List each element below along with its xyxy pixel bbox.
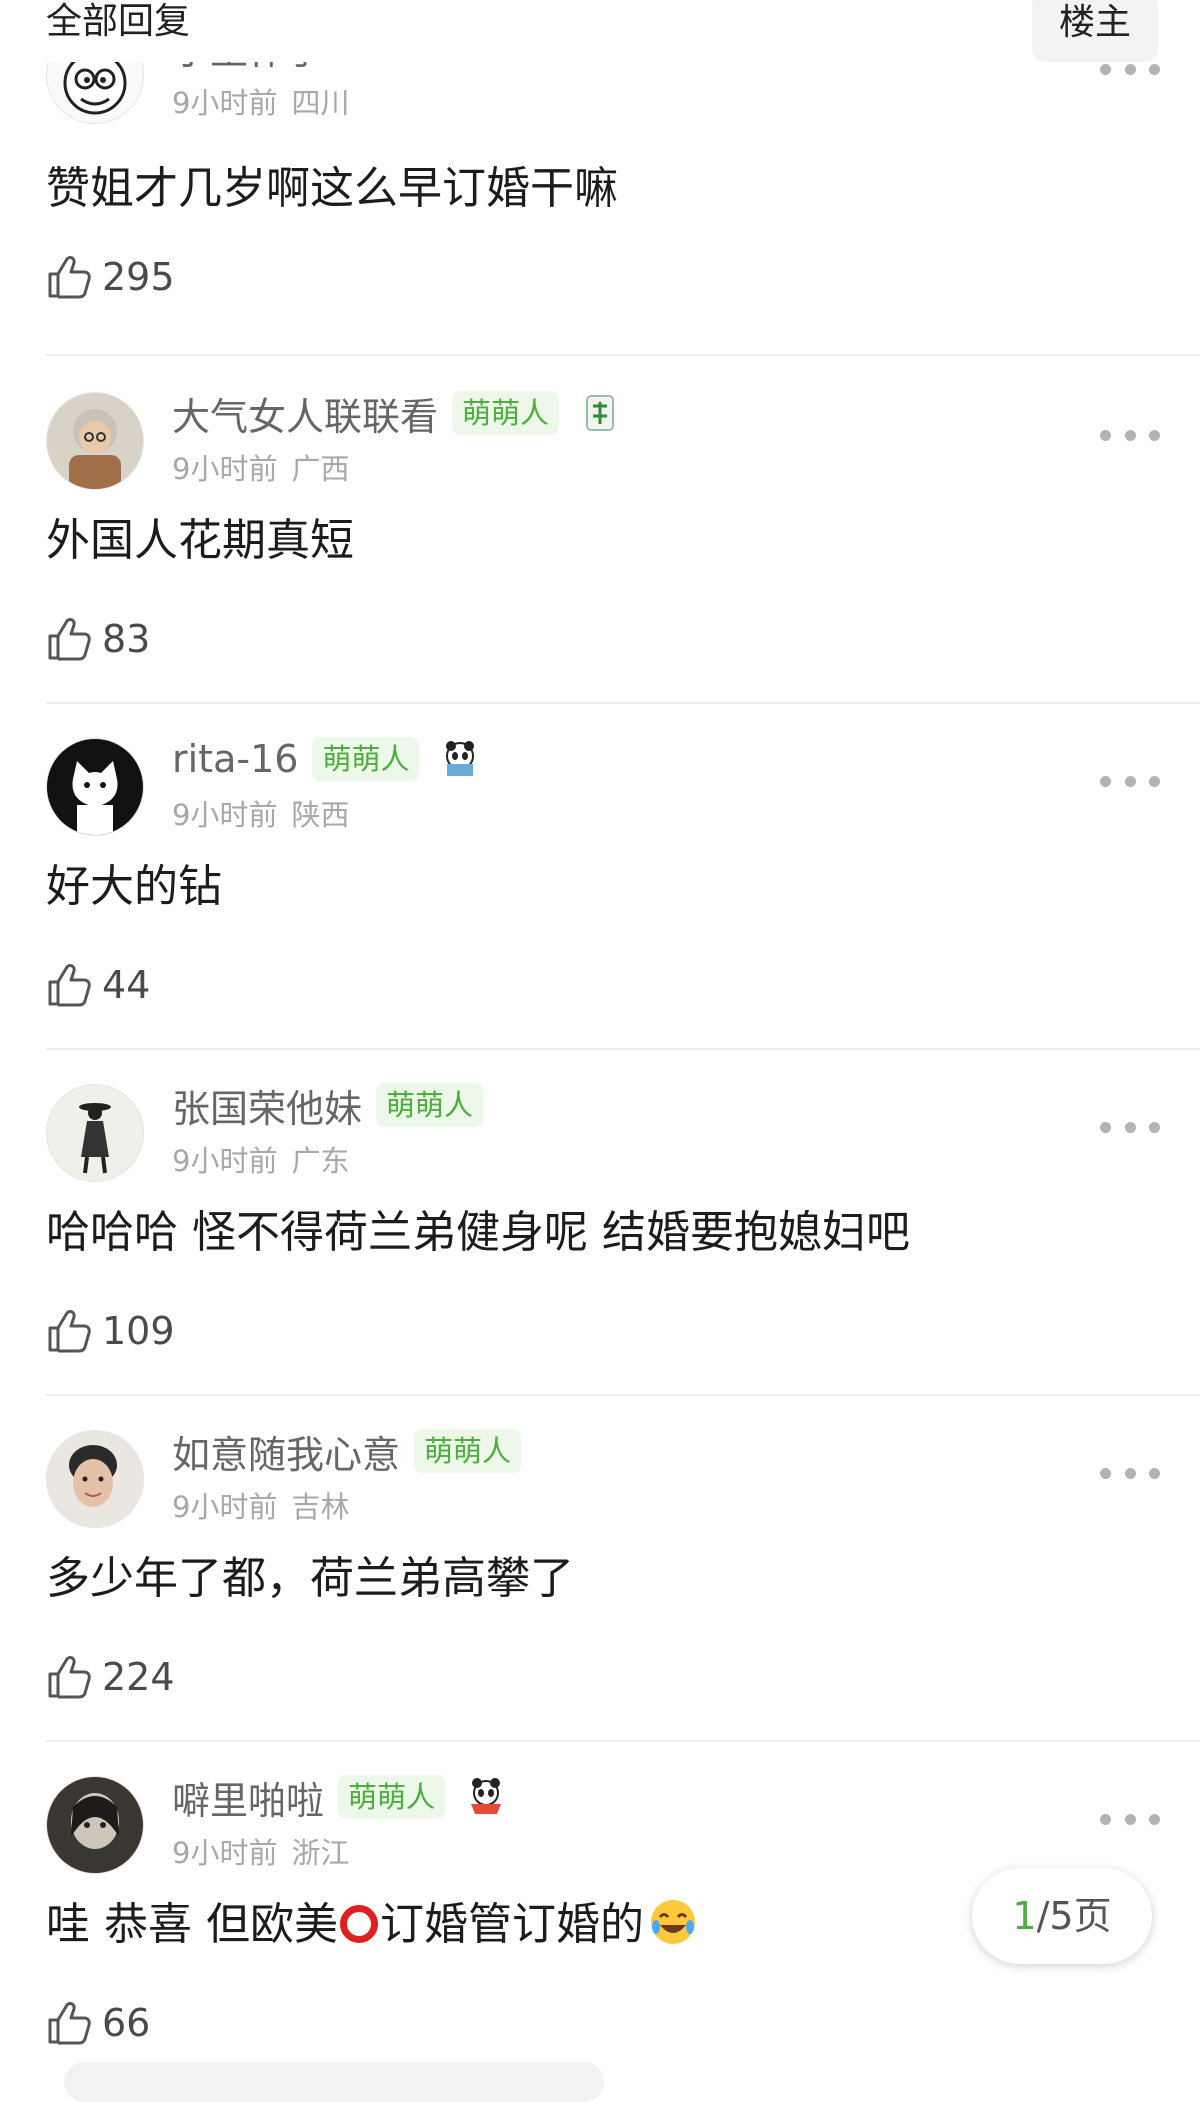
comment-text: 好大的钻 xyxy=(46,861,222,912)
like-count: 83 xyxy=(102,617,151,661)
username[interactable]: 张国荣他妹 xyxy=(172,1078,362,1133)
like-button[interactable]: 44 xyxy=(46,958,150,1012)
more-options-icon[interactable] xyxy=(1100,1802,1160,1836)
reply-header: 全部回复 楼主 xyxy=(0,0,1200,62)
comment-meta: 9小时前 广东 xyxy=(172,1138,349,1180)
laughing-crying-emoji-icon xyxy=(650,1900,695,1944)
level-badge: 萌萌人 xyxy=(338,1775,446,1819)
panda-reading-icon xyxy=(439,738,481,780)
comment-meta: 9小时前 陕西 xyxy=(172,792,349,834)
panda-bowl-icon xyxy=(465,1776,507,1818)
figure-avatar-icon xyxy=(47,1085,143,1181)
comment-meta: 9小时前 吉林 xyxy=(172,1484,349,1526)
more-options-icon[interactable] xyxy=(1100,1110,1160,1144)
thumbs-up-icon xyxy=(48,964,91,1007)
time: 9小时前 xyxy=(172,452,278,486)
photo-avatar-icon xyxy=(47,1431,143,1527)
thumbs-up-icon xyxy=(48,2002,91,2045)
location: 吉林 xyxy=(291,1490,350,1524)
total-pages: /5页 xyxy=(1036,1894,1112,1938)
time: 9小时前 xyxy=(172,86,278,120)
level-badge: 萌萌人 xyxy=(414,1429,522,1473)
comment-text: 哈哈哈 怪不得荷兰弟健身呢 结婚要抱媳妇吧 xyxy=(46,1207,910,1258)
username[interactable]: 噼里啪啦 xyxy=(172,1770,324,1825)
page-indicator-button[interactable]: 1/5页 xyxy=(972,1868,1152,1964)
avatar[interactable] xyxy=(46,392,144,490)
comment-text: 赞姐才几岁啊这么早订婚干嘛 xyxy=(46,163,618,214)
like-count: 295 xyxy=(102,255,175,299)
thumbs-up-icon xyxy=(48,256,91,299)
comment-meta: 9小时前 四川 xyxy=(172,80,349,122)
like-button[interactable]: 295 xyxy=(46,250,175,304)
like-count: 44 xyxy=(102,963,151,1007)
comment-item: 张国荣他妹 萌萌人 9小时前 广东 哈哈哈 怪不得荷兰弟健身呢 结婚要抱媳妇吧 1… xyxy=(0,1050,1200,1396)
mahjong-fa-tile-icon xyxy=(579,392,621,434)
thumbs-up-icon xyxy=(48,1656,91,1699)
location: 广东 xyxy=(291,1144,350,1178)
comment-item: rita-16 萌萌人 9小时前 陕西 好大的钻 44 xyxy=(0,704,1200,1050)
cat-avatar-icon xyxy=(47,739,143,835)
username[interactable]: 大气女人联联看 xyxy=(172,386,438,441)
location: 浙江 xyxy=(291,1836,350,1870)
divider xyxy=(46,354,1200,356)
avatar[interactable] xyxy=(46,1430,144,1528)
comment-text-part: 哇 恭喜 但欧美 xyxy=(46,1899,338,1950)
username[interactable]: 如意随我心意 xyxy=(172,1424,400,1479)
location: 四川 xyxy=(291,86,350,120)
comment-item: 大气女人联联看 萌萌人 9小时前 广西 外国人花期真短 83 xyxy=(0,358,1200,704)
more-options-icon[interactable] xyxy=(1100,418,1160,452)
all-replies-title: 全部回复 xyxy=(46,1,191,42)
time: 9小时前 xyxy=(172,1144,278,1178)
more-options-icon[interactable] xyxy=(1100,764,1160,798)
avatar[interactable] xyxy=(46,1776,144,1874)
location: 陕西 xyxy=(291,798,350,832)
grandma-avatar-icon xyxy=(47,393,143,489)
level-badge: 萌萌人 xyxy=(312,737,420,781)
time: 9小时前 xyxy=(172,798,278,832)
sketch-avatar-icon xyxy=(47,1777,143,1873)
comment-item: 如意随我心意 萌萌人 9小时前 吉林 多少年了都，荷兰弟高攀了 224 xyxy=(0,1396,1200,1742)
avatar[interactable] xyxy=(46,1084,144,1182)
like-button[interactable]: 66 xyxy=(46,1996,150,2050)
like-count: 224 xyxy=(102,1655,175,1699)
location: 广西 xyxy=(291,452,350,486)
more-options-icon[interactable] xyxy=(1100,1456,1160,1490)
comment-text: 外国人花期真短 xyxy=(46,515,354,566)
red-circle-icon xyxy=(339,1905,378,1943)
level-badge: 萌萌人 xyxy=(376,1083,484,1127)
like-count: 66 xyxy=(102,2001,151,2045)
like-button[interactable]: 109 xyxy=(46,1304,175,1358)
current-page: 1 xyxy=(1012,1894,1037,1938)
like-count: 109 xyxy=(102,1309,175,1353)
like-button[interactable]: 83 xyxy=(46,612,150,666)
comment-meta: 9小时前 浙江 xyxy=(172,1830,349,1872)
time: 9小时前 xyxy=(172,1836,278,1870)
thumbs-up-icon xyxy=(48,1310,91,1353)
thumbs-up-icon xyxy=(48,618,91,661)
comment-text: 多少年了都，荷兰弟高攀了 xyxy=(46,1553,574,1604)
comment-text: 哇 恭喜 但欧美 订婚管订婚的 xyxy=(46,1896,698,1954)
level-badge: 萌萌人 xyxy=(452,391,560,435)
time: 9小时前 xyxy=(172,1490,278,1524)
comment-text-part: 订婚管订婚的 xyxy=(379,1899,644,1950)
avatar[interactable] xyxy=(46,738,144,836)
like-button[interactable]: 224 xyxy=(46,1650,175,1704)
comment-meta: 9小时前 广西 xyxy=(172,446,349,488)
op-only-button[interactable]: 楼主 xyxy=(1032,0,1158,62)
username[interactable]: rita-16 xyxy=(172,737,298,781)
bottom-input-bar[interactable] xyxy=(64,2062,604,2102)
